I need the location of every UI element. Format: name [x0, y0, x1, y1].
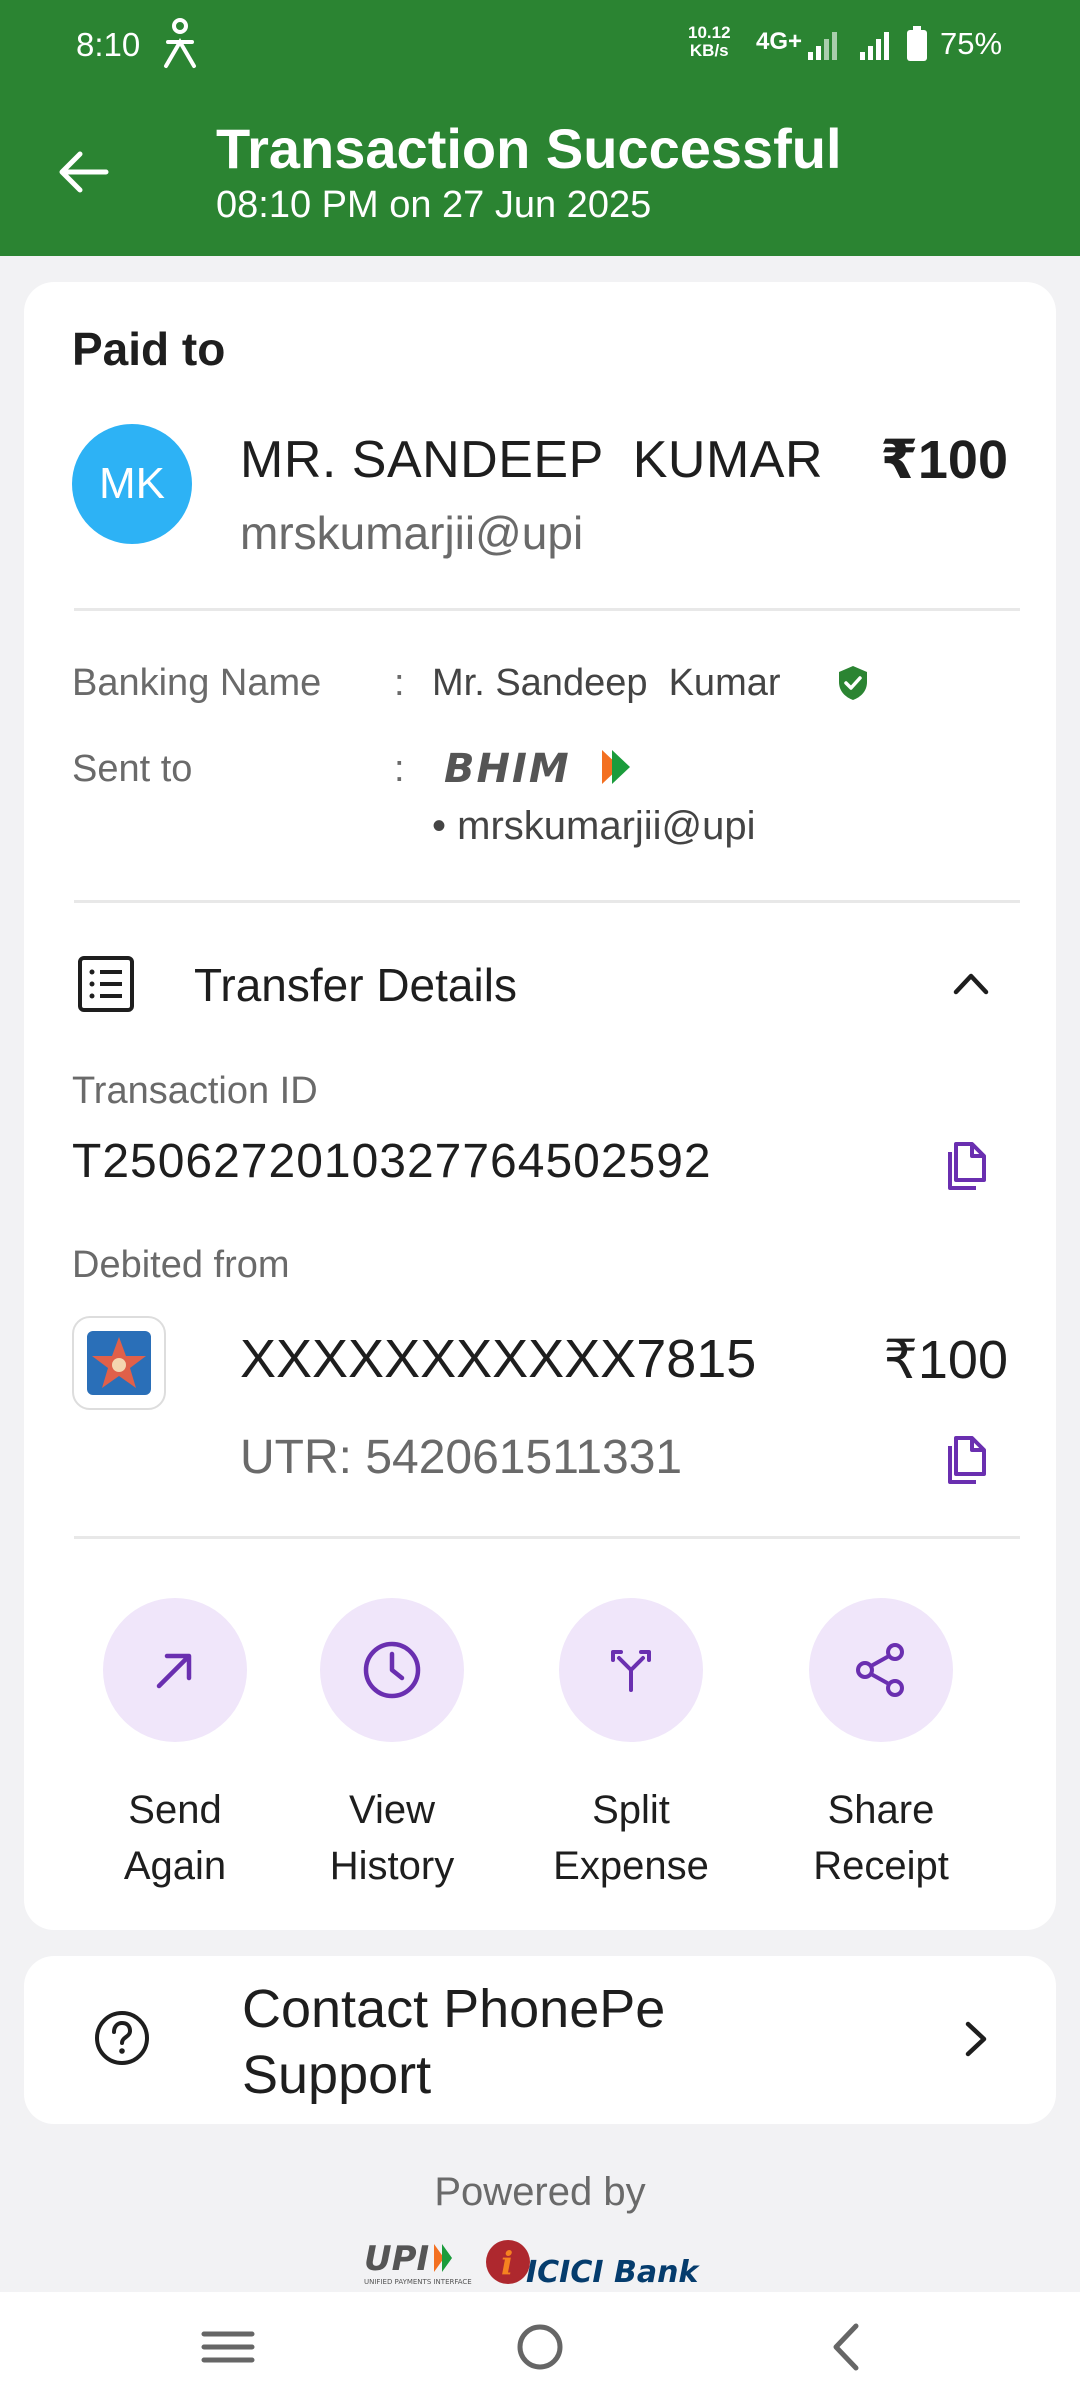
powered-by-label: Powered by	[434, 2170, 646, 2214]
transaction-id-value: T2506272010327764502592	[72, 1135, 712, 1188]
recent-apps-icon[interactable]	[188, 2312, 268, 2382]
share-icon	[856, 1643, 904, 1697]
icici-bank-logo: ICICI Bank	[526, 2255, 700, 2290]
bank-star-icon	[87, 1331, 151, 1395]
transfer-details-title: Transfer Details	[194, 959, 517, 1011]
view-history-icon-circle	[320, 1598, 464, 1742]
bhim-logo: BHIM	[444, 746, 630, 788]
send-again-button[interactable]: Send Again	[60, 1598, 290, 1894]
verified-shield-icon	[839, 666, 867, 700]
chevron-up-icon[interactable]	[946, 958, 996, 1008]
copy-icon[interactable]	[938, 1138, 994, 1194]
paid-to-label: Paid to	[72, 323, 226, 375]
avatar: MK	[72, 424, 192, 544]
split-expense-button[interactable]: Split Expense	[516, 1598, 746, 1894]
view-history-button[interactable]: View History	[277, 1598, 507, 1894]
transaction-card: Paid to MK MR. SANDEEP KUMAR ₹100 mrskum…	[24, 282, 1056, 1930]
divider	[74, 608, 1020, 611]
colon: :	[394, 662, 405, 704]
split-expense-icon-circle	[559, 1598, 703, 1742]
colon: :	[394, 748, 405, 790]
sent-to-vpa: • mrskumarjii@upi	[432, 804, 756, 848]
upi-tagline: UNIFIED PAYMENTS INTERFACE	[364, 2278, 472, 2286]
payee-vpa: mrskumarjii@upi	[240, 507, 584, 559]
sent-to-label: Sent to	[72, 748, 193, 790]
divider	[74, 1536, 1020, 1539]
partner-logos: UPI UNIFIED PAYMENTS INTERFACE i ICICI B…	[364, 2239, 700, 2290]
split-expense-label: Split Expense	[553, 1788, 709, 1888]
banking-name-value: Mr. Sandeep Kumar	[432, 662, 781, 704]
payee-name: MR. SANDEEP KUMAR	[240, 431, 824, 489]
transaction-id-label: Transaction ID	[72, 1070, 318, 1112]
signal-icon	[808, 32, 837, 60]
svg-text:i: i	[501, 2244, 513, 2282]
page-title: Transaction Successful	[216, 117, 842, 180]
battery-icon	[907, 26, 927, 61]
payee-amount: ₹100	[880, 430, 1008, 490]
copy-icon[interactable]	[938, 1432, 994, 1488]
status-time: 8:10	[76, 26, 141, 63]
signal-icon	[860, 32, 889, 60]
network-type: 4G+	[756, 28, 803, 55]
utr-number: UTR: 542061511331	[240, 1431, 683, 1484]
transaction-datetime: 08:10 PM on 27 Jun 2025	[216, 184, 652, 226]
home-icon[interactable]	[500, 2312, 580, 2382]
help-circle-icon	[95, 2011, 149, 2065]
battery-percent: 75%	[940, 26, 1003, 61]
debit-amount: ₹100	[883, 1330, 1008, 1390]
upi-logo: UPI	[364, 2239, 429, 2279]
chevron-right-icon	[965, 2021, 987, 2057]
app-header: 8:10 10.12 KB/s 4G+ 75% Transaction Succ…	[0, 0, 1080, 256]
send-again-label: Send Again	[123, 1788, 227, 1888]
share-receipt-label: Share Receipt	[813, 1788, 949, 1888]
contact-support-button[interactable]: Contact PhonePe Support	[24, 1956, 1056, 2124]
share-receipt-button[interactable]: Share Receipt	[766, 1598, 996, 1894]
status-bar: 8:10 10.12 KB/s 4G+ 75%	[0, 0, 1080, 90]
debit-account-number: XXXXXXXXXXX7815	[240, 1329, 757, 1389]
share-receipt-icon-circle	[809, 1598, 953, 1742]
bank-logo	[72, 1316, 166, 1410]
network-speed: 10.12 KB/s	[688, 23, 731, 60]
split-icon	[611, 1650, 651, 1692]
banking-name-label: Banking Name	[72, 662, 322, 704]
back-arrow-icon[interactable]	[52, 140, 116, 204]
accessibility-icon	[164, 18, 196, 68]
debited-from-label: Debited from	[72, 1244, 290, 1286]
svg-text:BHIM: BHIM	[444, 746, 571, 788]
arrow-up-right-icon	[156, 1653, 192, 1689]
view-history-label: View History	[329, 1788, 455, 1888]
receipt-list-icon	[78, 956, 134, 1012]
send-again-icon-circle	[103, 1598, 247, 1742]
divider	[74, 900, 1020, 903]
clock-icon	[363, 1641, 421, 1699]
system-nav-bar	[0, 2292, 1080, 2408]
back-nav-icon[interactable]	[808, 2312, 888, 2382]
contact-support-label: Contact PhonePe Support	[242, 1979, 666, 2105]
